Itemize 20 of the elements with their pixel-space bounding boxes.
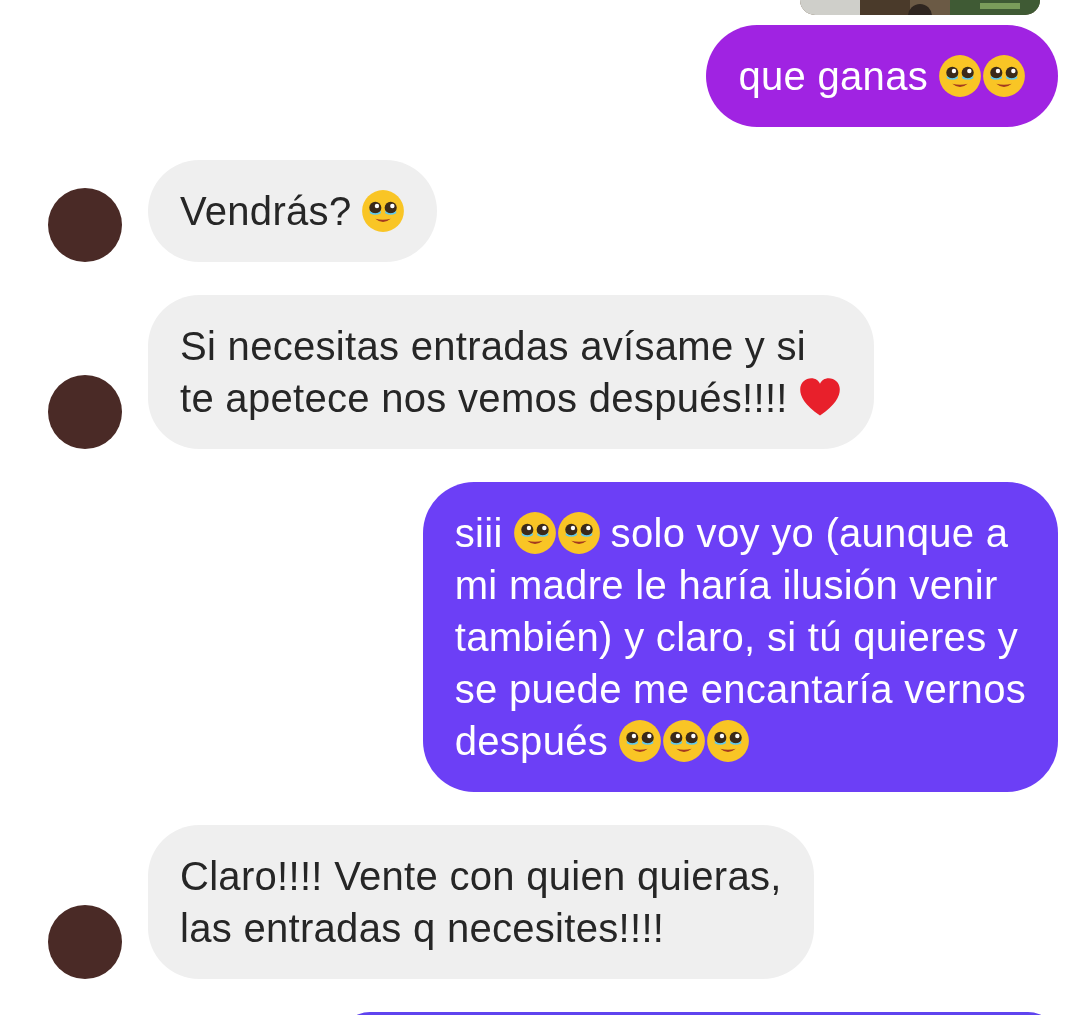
message-text: solo voy yo (aunque a bbox=[610, 510, 1009, 557]
pleading-face-icon bbox=[512, 511, 557, 555]
pleading-face-icon bbox=[556, 511, 601, 555]
pleading-face-icon bbox=[706, 719, 751, 763]
pleading-face-icon bbox=[618, 719, 663, 763]
message-text: se puede me encantaría vernos bbox=[454, 666, 1026, 713]
message-text: mi madre le haría ilusión venir bbox=[454, 562, 998, 609]
message-text: Claro!!!! Vente con quien quieras, bbox=[180, 853, 782, 900]
pleading-face-icon bbox=[982, 54, 1026, 98]
pleading-face-icon bbox=[938, 54, 982, 98]
pleading-face-icon bbox=[662, 719, 707, 763]
message-text: después bbox=[454, 718, 609, 765]
message-text: Si necesitas entradas avísame y si bbox=[180, 323, 807, 370]
message-text: Vendrás? bbox=[180, 188, 352, 235]
message-text: te apetece nos vemos después!!!! bbox=[180, 375, 788, 422]
message-text: las entradas q necesites!!!! bbox=[180, 905, 665, 952]
message-text: siii bbox=[454, 510, 503, 557]
pleading-face-icon bbox=[361, 189, 406, 233]
message-text: también) y claro, si tú quieres y bbox=[454, 614, 1019, 661]
message-text: que ganas bbox=[738, 53, 928, 100]
